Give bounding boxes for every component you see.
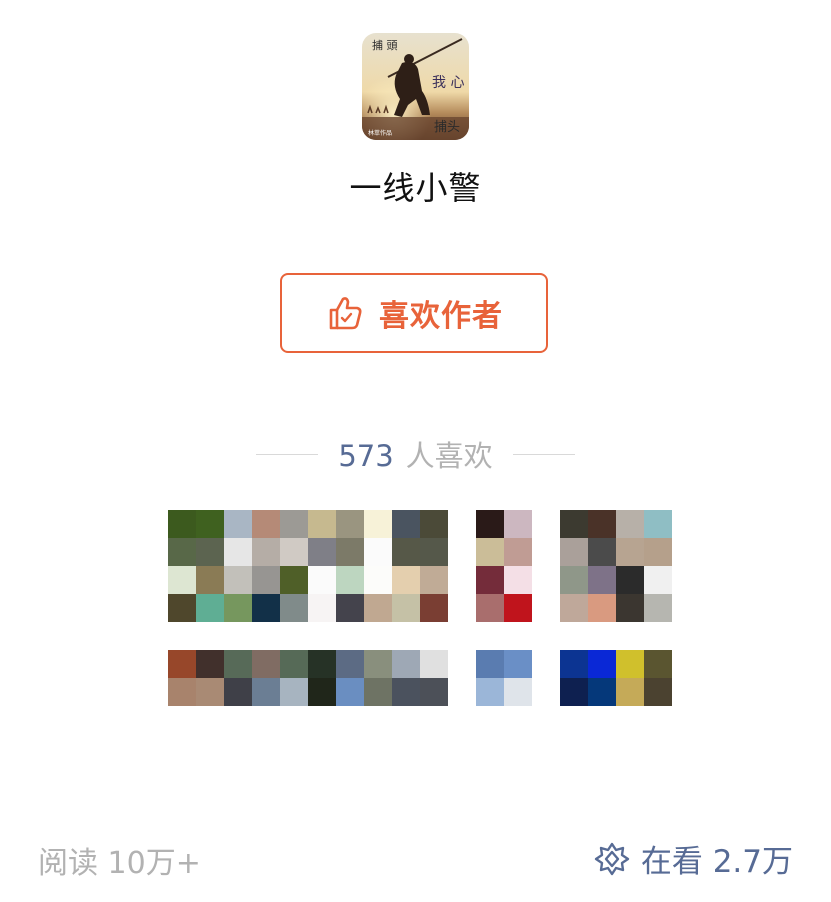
likers-suffix: 人喜欢 — [405, 439, 493, 473]
divider-left — [256, 453, 319, 455]
thumbs-up-icon — [329, 297, 362, 330]
wow-count: 在看 2.7万 — [640, 844, 793, 880]
likers-summary: 573 人喜欢 — [0, 434, 831, 474]
like-author-button[interactable]: 喜欢作者 — [280, 273, 548, 353]
liker-avatars-row-1 — [168, 510, 672, 622]
wow-flower-icon — [594, 842, 630, 875]
read-count: 阅读 10万+ — [38, 846, 201, 881]
liker-avatars-mosaic[interactable] — [168, 510, 700, 730]
wow-button[interactable]: 在看 2.7万 — [593, 836, 793, 881]
avatar-seal-text: 林萃作品 — [368, 129, 392, 137]
author-avatar[interactable]: 捕 頭 我 心 捕头 林萃作品 — [362, 33, 469, 140]
liker-avatars-row-2 — [168, 650, 672, 706]
author-name[interactable]: 一线小警 — [0, 163, 831, 209]
avatar-verse-text: 我 心 — [432, 75, 464, 91]
avatar-title-text: 捕头 — [434, 119, 460, 135]
author-avatar-image: 捕 頭 我 心 捕头 林萃作品 — [362, 33, 469, 140]
avatar-side-text: 捕 頭 — [372, 38, 398, 52]
divider-right — [512, 453, 575, 455]
likers-count-text: 573 人喜欢 — [338, 433, 492, 475]
like-author-label: 喜欢作者 — [379, 299, 503, 334]
likers-count: 573 — [338, 439, 394, 473]
article-footer: 阅读 10万+ 在看 2.7万 — [0, 830, 831, 886]
